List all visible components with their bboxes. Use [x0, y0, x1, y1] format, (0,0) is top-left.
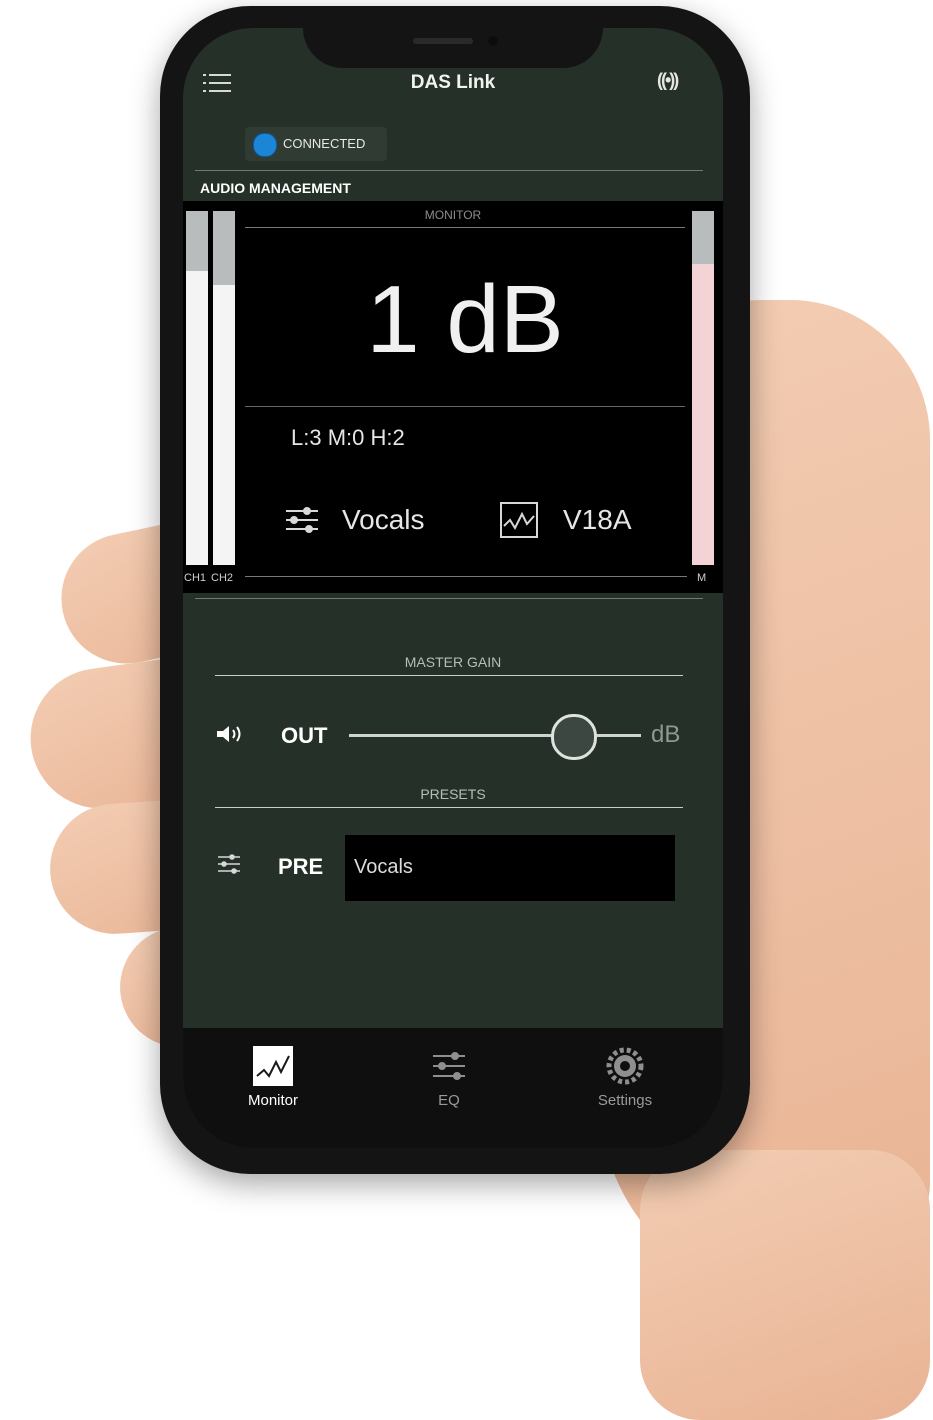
waveform-icon	[253, 1046, 293, 1086]
out-label: OUT	[281, 723, 328, 748]
gain-unit: dB	[651, 721, 681, 748]
section-title: AUDIO MANAGEMENT	[200, 180, 351, 196]
divider	[215, 675, 683, 676]
sliders-icon	[286, 507, 318, 533]
gear-icon	[606, 1047, 644, 1085]
phone-notch	[303, 28, 603, 68]
divider	[195, 598, 703, 599]
meter-cap	[186, 211, 208, 271]
monitor-value: 1 dB	[366, 266, 564, 373]
front-camera	[488, 36, 498, 46]
phone-screen: DAS Link ((•)) CONNECTED AUDIO MANAGEMEN…	[183, 28, 723, 1148]
master-gain-slider-track[interactable]	[349, 734, 641, 737]
speaker-grille	[413, 38, 473, 44]
nav-label: Settings	[597, 1092, 653, 1109]
meter-label-master: M	[697, 572, 707, 584]
preset-select-value: Vocals	[354, 856, 413, 878]
nav-label: Monitor	[247, 1092, 299, 1109]
divider	[245, 576, 687, 577]
pre-label: PRE	[278, 854, 324, 879]
meter-label-ch2: CH2	[211, 572, 234, 584]
monitor-panel: MONITOR CH1 CH2 M 1 dB L:3 M:0 H:2 Vocal…	[183, 201, 723, 593]
divider	[245, 406, 685, 407]
master-gain-slider-thumb[interactable]	[551, 714, 597, 760]
sliders-icon	[433, 1052, 465, 1080]
status-dot	[253, 133, 277, 157]
divider	[195, 170, 703, 171]
monitor-preset: Vocals	[342, 504, 425, 535]
master-gain-title: MASTER GAIN	[404, 654, 502, 670]
wireless-icon[interactable]: ((•))	[657, 70, 679, 91]
bottom-nav: Monitor EQ Settings	[183, 1028, 723, 1148]
waveform-icon	[500, 502, 538, 538]
divider	[245, 227, 685, 228]
nav-label: EQ	[438, 1092, 460, 1109]
monitor-label: MONITOR	[424, 208, 482, 222]
volume-icon	[217, 726, 241, 742]
meter-cap	[213, 211, 235, 285]
speaker-model: V18A	[563, 504, 632, 535]
meter-label-ch1: CH1	[184, 572, 207, 584]
meter-master	[692, 211, 714, 565]
meter-ch2	[213, 211, 235, 565]
divider	[215, 807, 683, 808]
meter-ch1	[186, 211, 208, 565]
app-title: DAS Link	[410, 72, 496, 93]
connection-status: CONNECTED	[245, 127, 387, 161]
connection-status-label: CONNECTED	[283, 136, 366, 151]
presets-title: PRESETS	[420, 786, 486, 802]
preset-select[interactable]: Vocals	[345, 835, 675, 901]
sliders-icon	[218, 854, 240, 874]
meter-cap	[692, 211, 714, 264]
eq-levels: L:3 M:0 H:2	[291, 425, 405, 450]
hand-wrist	[640, 1150, 930, 1420]
